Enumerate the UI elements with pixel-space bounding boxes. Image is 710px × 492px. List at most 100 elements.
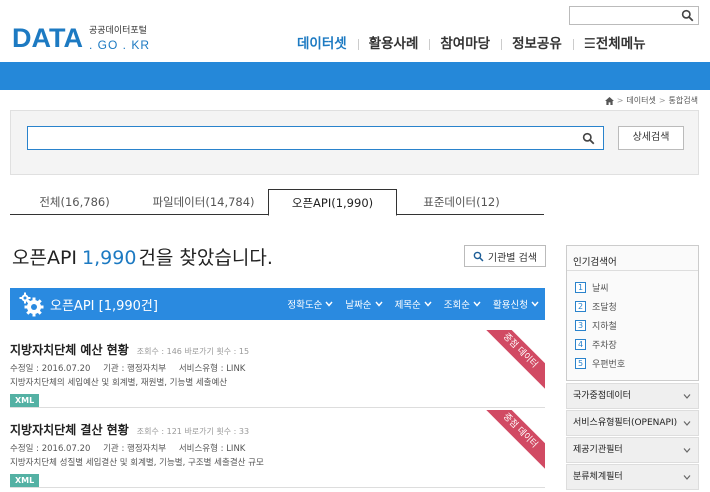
tab-all[interactable]: 전체(16,786) <box>10 189 139 214</box>
result-item-title[interactable]: 지방자치단체 예산 현황 <box>10 341 129 358</box>
popular-keywords: 인기검색어 1 날씨 2 조달청 3 지하철 4 주차장 5 우편번호 <box>566 245 699 381</box>
sort-label: 조회순 <box>443 300 471 311</box>
logo-domain-text: . GO . KR <box>88 38 150 52</box>
format-badge[interactable]: XML <box>10 394 40 407</box>
breadcrumb-item-current: 통합검색 <box>668 96 698 105</box>
header-band <box>0 62 710 90</box>
main-search-box[interactable] <box>27 126 604 150</box>
result-item-stats: 조회수 : 146 바로가기 횟수 : 15 <box>136 347 250 356</box>
detail-search-button[interactable]: 상세검색 <box>618 126 684 150</box>
sort-label: 활용신청 <box>493 300 528 311</box>
popular-keyword[interactable]: 4 주차장 <box>575 335 698 354</box>
nav-item-all-menu[interactable]: ☰전체메뉴 <box>572 35 657 53</box>
keyword-rank: 2 <box>575 301 586 312</box>
breadcrumb-separator: > <box>616 96 624 105</box>
popular-keyword[interactable]: 5 우편번호 <box>575 354 698 373</box>
filter-classification[interactable]: 분류체계필터 <box>566 464 699 490</box>
sort-label: 제목순 <box>394 300 421 311</box>
nav-item-info-share[interactable]: 정보공유 <box>501 35 573 53</box>
logo-main-text: DATA <box>12 23 83 53</box>
keyword-rank: 4 <box>575 339 586 350</box>
popular-keyword[interactable]: 3 지하철 <box>575 316 698 335</box>
tab-standard-data[interactable]: 표준데이터(12) <box>397 189 526 214</box>
filter-national-key-data[interactable]: 국가중점데이터 <box>566 383 699 409</box>
main-nav: 데이터셋 활용사례 참여마당 정보공유 ☰전체메뉴 <box>286 35 657 53</box>
result-tabs: 전체(16,786) 파일데이터(14,784) 오픈API(1,990) 표준… <box>10 189 544 216</box>
sort-views[interactable]: 조회순 <box>444 297 481 311</box>
result-item-modified: 수정일 : 2016.07.20 <box>10 444 91 454</box>
nav-item-usecase[interactable]: 활용사례 <box>357 35 430 53</box>
result-item-modified: 수정일 : 2016.07.20 <box>10 364 91 374</box>
popular-keywords-title: 인기검색어 <box>567 246 698 271</box>
logo-korean-text: 공공데이터포털 <box>88 26 147 36</box>
breadcrumb: > 데이터셋 > 통합검색 <box>604 95 698 106</box>
sort-title[interactable]: 제목순 <box>395 297 432 311</box>
top-search-input[interactable] <box>570 11 678 28</box>
sort-accuracy[interactable]: 정확도순 <box>287 297 333 311</box>
home-icon[interactable] <box>604 96 614 105</box>
sort-date[interactable]: 날짜순 <box>345 297 383 311</box>
filter-label: 국가중점데이터 <box>573 391 631 401</box>
popular-keyword[interactable]: 2 조달청 <box>575 297 698 316</box>
keyword-text: 지하철 <box>592 322 617 332</box>
result-bar-title: 오픈API [1,990건] <box>50 298 158 314</box>
result-item-service: 서비스유형 : LINK <box>178 444 246 454</box>
top-search-box[interactable] <box>569 6 699 28</box>
keyword-text: 우편번호 <box>592 360 626 370</box>
result-item-stats: 조회수 : 121 바로가기 횟수 : 33 <box>136 427 250 436</box>
result-item-org: 기관 : 행정자치부 <box>103 364 167 374</box>
chevron-down-icon <box>531 301 539 307</box>
result-item-title-line: 지방자치단체 예산 현황 조회수 : 146 바로가기 횟수 : 15 <box>10 341 545 358</box>
chevron-down-icon <box>683 421 691 426</box>
search-icon[interactable] <box>681 9 694 22</box>
chevron-down-icon <box>473 301 481 307</box>
agency-search-label: 기관별 검색 <box>487 252 538 264</box>
result-item-desc: 지방자치단체 성질별 세입결산 및 회계별, 기능별, 구조별 세출결산 규모 <box>10 458 264 468</box>
sort-options: 정확도순 날짜순 제목순 조회순 활용신청 <box>287 288 539 320</box>
keyword-text: 날씨 <box>592 284 609 294</box>
result-item-desc: 지방자치단체의 세입예산 및 회계별, 재원별, 기능별 세출예산 <box>10 378 228 388</box>
result-item-meta: 수정일 : 2016.07.20 기관 : 행정자치부 서비스유형 : LINK <box>10 442 545 454</box>
result-item: 지방자치단체 결산 현황 조회수 : 121 바로가기 횟수 : 33 수정일 … <box>10 410 545 488</box>
popular-keywords-list: 1 날씨 2 조달청 3 지하철 4 주차장 5 우편번호 <box>567 271 698 373</box>
filter-label: 서비스유형필터(OPENAPI) <box>573 418 678 428</box>
result-item: 지방자치단체 예산 현황 조회수 : 146 바로가기 횟수 : 15 수정일 … <box>10 330 545 408</box>
result-item-meta: 수정일 : 2016.07.20 기관 : 행정자치부 서비스유형 : LINK <box>10 362 545 374</box>
popular-keyword[interactable]: 1 날씨 <box>575 278 698 297</box>
nav-item-participation[interactable]: 참여마당 <box>429 35 501 53</box>
site-logo[interactable]: DATA 공공데이터포털 . GO . KR <box>12 25 150 53</box>
result-item-org: 기관 : 행정자치부 <box>103 444 167 454</box>
breadcrumb-item-dataset[interactable]: 데이터셋 <box>626 95 655 106</box>
tab-file-data[interactable]: 파일데이터(14,784) <box>139 189 268 214</box>
chevron-down-icon <box>683 448 691 453</box>
keyword-text: 주차장 <box>592 341 617 351</box>
search-icon <box>473 251 484 262</box>
search-panel: 상세검색 <box>10 110 699 175</box>
search-icon[interactable] <box>582 132 595 145</box>
sort-label: 정확도순 <box>287 300 323 311</box>
gear-icon <box>19 292 44 317</box>
keyword-text: 조달청 <box>592 303 617 313</box>
chevron-down-icon <box>683 394 691 399</box>
tab-open-api[interactable]: 오픈API(1,990) <box>268 189 397 216</box>
chevron-down-icon <box>683 475 691 480</box>
result-item-title-line: 지방자치단체 결산 현황 조회수 : 121 바로가기 횟수 : 33 <box>10 421 545 438</box>
result-item-title[interactable]: 지방자치단체 결산 현황 <box>10 421 129 438</box>
nav-item-dataset[interactable]: 데이터셋 <box>286 35 358 53</box>
agency-search-button[interactable]: 기관별 검색 <box>464 245 546 267</box>
logo-sub: 공공데이터포털 . GO . KR <box>89 26 150 53</box>
format-badge[interactable]: XML <box>10 474 40 487</box>
keyword-rank: 3 <box>575 320 586 331</box>
filter-service-type[interactable]: 서비스유형필터(OPENAPI) <box>566 410 699 436</box>
result-heading-prefix: 오픈API <box>12 247 78 269</box>
filter-label: 제공기관필터 <box>573 445 623 455</box>
keyword-rank: 1 <box>575 282 586 293</box>
keyword-rank: 5 <box>575 358 586 369</box>
result-count: 1,990 <box>82 247 137 269</box>
sort-label: 날짜순 <box>345 300 372 311</box>
sort-applications[interactable]: 활용신청 <box>493 297 539 311</box>
filter-label: 분류체계필터 <box>573 472 623 482</box>
chevron-down-icon <box>375 301 383 307</box>
filter-provider[interactable]: 제공기관필터 <box>566 437 699 463</box>
main-search-input[interactable] <box>28 127 578 150</box>
